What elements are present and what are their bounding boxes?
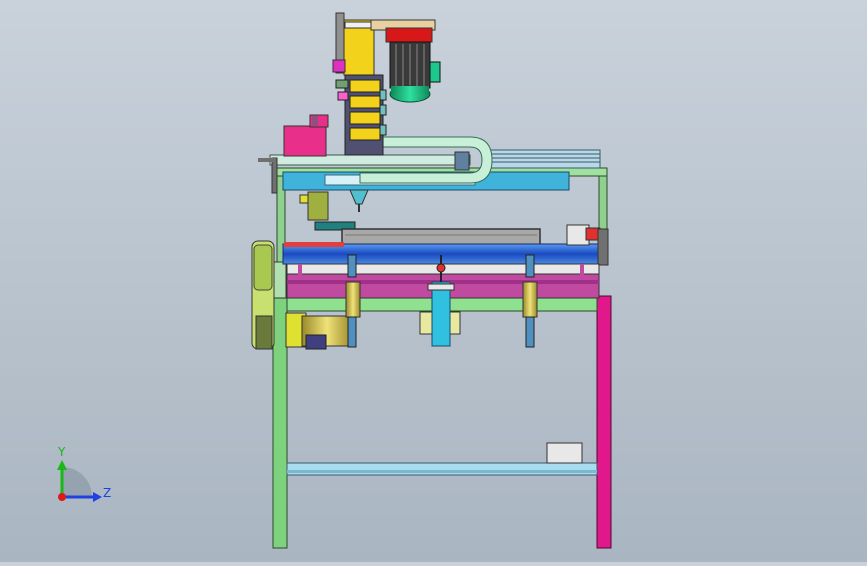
z-arrow-icon [93,492,102,502]
spindle-head [299,189,369,231]
left-leg [272,295,288,549]
right-leg [596,295,612,549]
lower-crossbar-edge [287,470,597,473]
drawer-box [546,442,583,464]
y-axis-label: Y [57,445,66,459]
cad-viewport[interactable]: Y Z [0,0,867,562]
lower-left-cylinder [285,312,353,350]
spindle-motor [389,41,441,103]
axis-triad-icon [57,460,102,502]
machine-assembly-drawing[interactable]: Y Z [0,0,867,562]
z-axis-label: Z [103,486,111,500]
control-box [283,114,329,157]
lower-crossbar [286,462,598,476]
y-arrow-icon [57,460,67,470]
